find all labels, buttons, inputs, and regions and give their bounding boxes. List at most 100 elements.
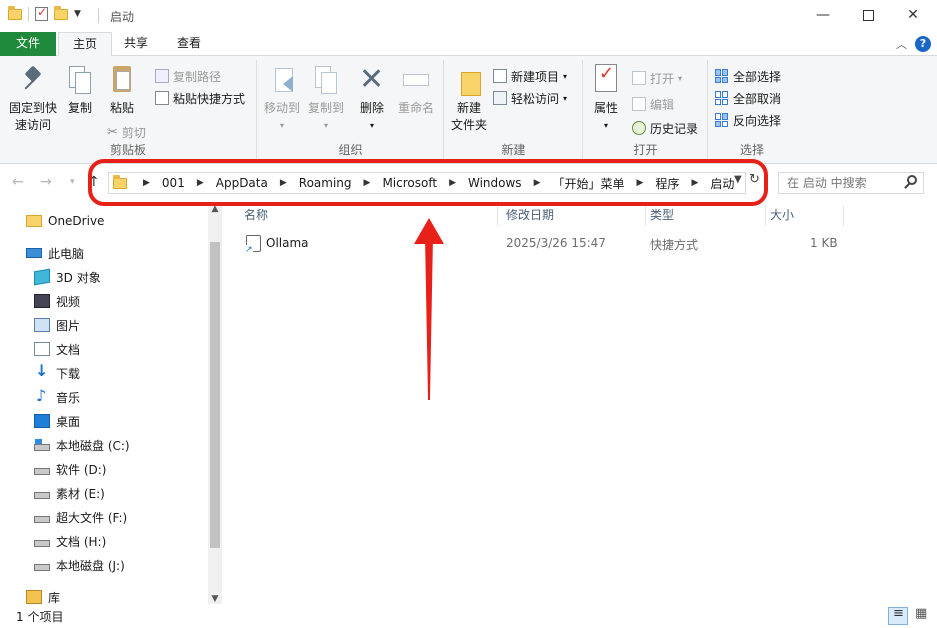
maximize-button[interactable] <box>845 0 891 30</box>
nav-item-drive-h[interactable]: 文档 (H:) <box>34 530 106 552</box>
nav-item-label: 3D 对象 <box>56 270 101 285</box>
nav-item-label: 软件 (D:) <box>56 462 107 477</box>
cut-button[interactable]: ✂ 剪切 <box>107 122 146 142</box>
organize-group-label: 组织 <box>338 143 363 157</box>
nav-item-label: 音乐 <box>56 390 81 405</box>
copy-path-icon <box>155 69 169 83</box>
nav-item-drive-d[interactable]: 软件 (D:) <box>34 458 106 480</box>
item-count: 1 个项目 <box>16 610 64 624</box>
nav-item-drive-f[interactable]: 超大文件 (F:) <box>34 506 127 528</box>
large-icons-view-button[interactable] <box>913 606 931 625</box>
column-header-size[interactable]: 大小 <box>766 206 844 226</box>
forward-arrow-icon[interactable]: → <box>40 174 52 190</box>
open-label: 打开 <box>650 71 675 86</box>
paste-button[interactable]: 粘贴 <box>102 64 142 117</box>
open-group-label: 打开 <box>633 143 658 157</box>
nav-item-pictures[interactable]: 图片 <box>34 314 80 336</box>
delete-button[interactable]: ✕ 删除 ▾ <box>354 64 390 134</box>
minimize-button[interactable]: — <box>800 0 846 30</box>
navigation-scrollbar[interactable]: ▲ ▼ <box>208 202 222 606</box>
new-folder-icon <box>454 64 484 96</box>
search-input[interactable]: 在 启动 中搜索 <box>778 172 924 194</box>
scrollbar-thumb[interactable] <box>210 242 220 548</box>
navigation-pane: OneDrive 此电脑 3D 对象 视频 图片 文档 下载 音乐 桌面 本地磁… <box>0 202 222 606</box>
easy-access-button[interactable]: 轻松访问 ▾ <box>493 88 567 108</box>
nav-item-label: OneDrive <box>48 214 105 228</box>
drive-icon <box>34 467 50 475</box>
open-group: 属性 ▾ 打开 ▾ 编辑 历史记录 打开 <box>584 60 708 160</box>
new-group: 新建 文件夹 新建项目 ▾ 轻松访问 ▾ 新建 <box>445 60 583 160</box>
edit-button[interactable]: 编辑 <box>632 94 674 114</box>
pin-icon <box>18 64 48 96</box>
nav-item-downloads[interactable]: 下载 <box>34 361 80 384</box>
copy-path-button[interactable]: 复制路径 <box>155 66 221 86</box>
properties-quick-icon[interactable] <box>35 5 48 21</box>
properties-dropdown-icon: ▾ <box>603 121 608 130</box>
new-folder-button[interactable]: 新建 文件夹 <box>447 64 491 134</box>
rename-button[interactable]: 重命名 <box>392 64 440 117</box>
organize-group: 移动到 ▾ 复制到 ▾ ✕ 删除 ▾ 重命名 组织 <box>258 60 444 160</box>
column-header-name[interactable]: 名称 <box>240 206 498 226</box>
copy-to-button[interactable]: 复制到 ▾ <box>304 64 348 134</box>
nav-item-label: 本地磁盘 (C:) <box>56 438 130 453</box>
column-header-type[interactable]: 类型 <box>646 206 766 226</box>
new-folder-quick-icon[interactable] <box>54 5 68 20</box>
move-to-dropdown-icon: ▾ <box>279 121 284 130</box>
nav-item-label: 此电脑 <box>48 246 85 261</box>
invert-selection-button[interactable]: 反向选择 <box>715 110 781 130</box>
paste-icon <box>107 64 137 96</box>
help-icon[interactable]: ? <box>915 36 931 52</box>
paste-shortcut-button[interactable]: 粘贴快捷方式 <box>155 88 245 108</box>
nav-item-label: 桌面 <box>56 414 81 429</box>
pin-quick-access-button[interactable]: 固定到快 速访问 <box>6 64 60 134</box>
toolbar-separator <box>28 7 29 21</box>
nav-item-drive-c[interactable]: 本地磁盘 (C:) <box>34 434 130 456</box>
history-button[interactable]: 历史记录 <box>632 118 698 138</box>
nav-item-videos[interactable]: 视频 <box>34 290 80 312</box>
select-none-button[interactable]: 全部取消 <box>715 88 781 108</box>
select-all-button[interactable]: 全部选择 <box>715 66 781 86</box>
nav-item-label: 本地磁盘 (J:) <box>56 558 125 573</box>
nav-item-onedrive[interactable]: OneDrive <box>26 210 104 232</box>
back-arrow-icon[interactable]: ← <box>12 174 24 190</box>
column-header-modified[interactable]: 修改日期 <box>502 206 646 226</box>
scroll-down-icon[interactable]: ▼ <box>208 594 222 604</box>
file-row[interactable]: Ollama 2025/3/26 15:47 快捷方式 1 KB <box>222 232 937 256</box>
nav-item-label: 文档 (H:) <box>56 534 107 549</box>
nav-item-this-pc[interactable]: 此电脑 <box>26 242 84 264</box>
nav-item-label: 文档 <box>56 342 81 357</box>
nav-item-music[interactable]: 音乐 <box>34 386 80 408</box>
copy-to-dropdown-icon: ▾ <box>323 121 328 130</box>
rename-icon <box>401 64 431 96</box>
open-button[interactable]: 打开 ▾ <box>632 68 682 88</box>
move-to-button[interactable]: 移动到 ▾ <box>260 64 304 134</box>
new-item-button[interactable]: 新建项目 ▾ <box>493 66 567 86</box>
collapse-ribbon-icon[interactable]: ︿ <box>896 36 907 52</box>
tab-share[interactable]: 共享 <box>110 32 162 56</box>
tab-view[interactable]: 查看 <box>163 32 215 56</box>
details-view-button[interactable] <box>888 606 908 625</box>
folder-icon <box>8 5 22 20</box>
tab-file[interactable]: 文件 <box>0 32 56 56</box>
select-group: 全部选择 全部取消 反向选择 选择 <box>709 60 795 160</box>
nav-item-label: 素材 (E:) <box>56 486 105 501</box>
easy-access-label: 轻松访问 <box>511 91 560 106</box>
tab-home[interactable]: 主页 <box>58 32 113 57</box>
nav-item-drive-e[interactable]: 素材 (E:) <box>34 482 105 504</box>
nav-item-libraries[interactable]: 库 <box>26 586 60 606</box>
copy-button[interactable]: 复制 <box>62 64 98 117</box>
recent-locations-dropdown-icon[interactable]: ▾ <box>70 177 75 187</box>
easy-access-dropdown-icon: ▾ <box>563 93 568 103</box>
copy-to-label: 复制到 <box>307 101 344 115</box>
nav-item-drive-j[interactable]: 本地磁盘 (J:) <box>34 554 125 576</box>
properties-button[interactable]: 属性 ▾ <box>588 63 624 134</box>
nav-item-documents[interactable]: 文档 <box>34 338 80 360</box>
nav-item-desktop[interactable]: 桌面 <box>34 410 80 432</box>
close-button[interactable]: ✕ <box>890 0 936 30</box>
select-all-label: 全部选择 <box>733 69 782 84</box>
pictures-icon <box>34 318 50 332</box>
history-icon <box>632 121 646 135</box>
shortcut-file-icon <box>245 235 261 255</box>
nav-item-3d-objects[interactable]: 3D 对象 <box>34 266 101 288</box>
customize-toolbar-dropdown-icon[interactable]: ▼ <box>74 9 81 19</box>
